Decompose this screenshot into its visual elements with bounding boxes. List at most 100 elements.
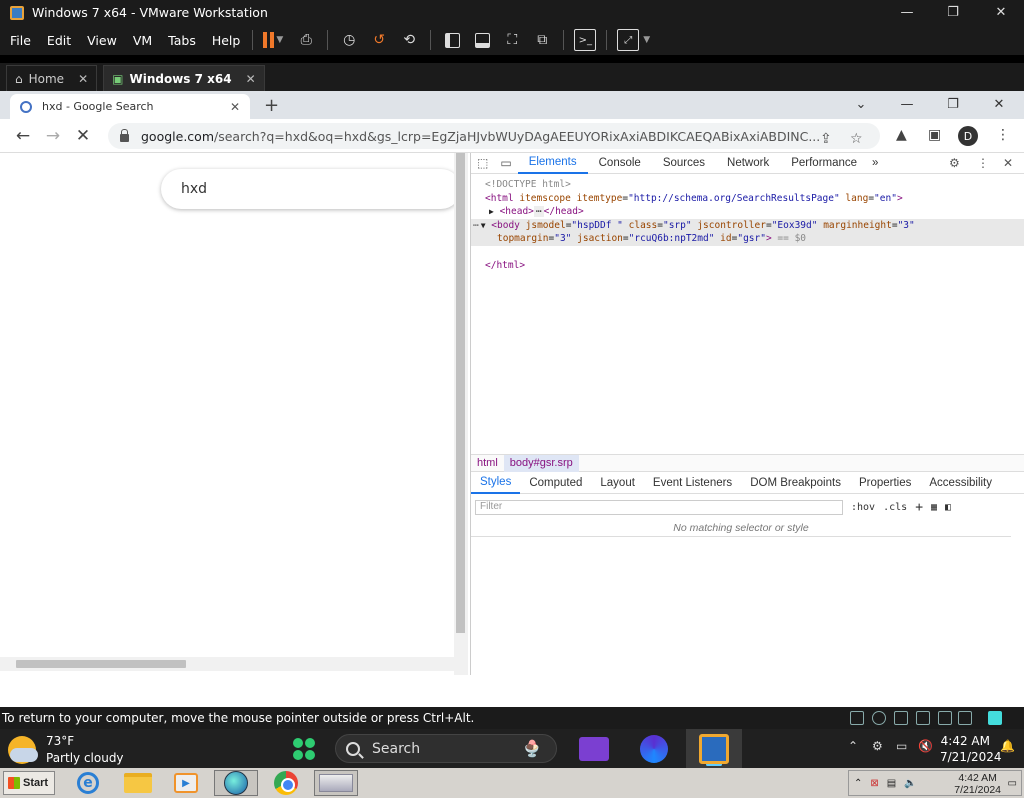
- more-tabs-icon[interactable]: »: [868, 153, 882, 174]
- hov-toggle[interactable]: :hov: [851, 502, 875, 513]
- internet-explorer-icon[interactable]: e: [66, 770, 110, 796]
- close-devtools-icon[interactable]: ✕: [997, 156, 1019, 170]
- unity-icon[interactable]: ⧉: [531, 29, 553, 51]
- menu-edit[interactable]: Edit: [41, 33, 77, 48]
- stretch-guest-icon[interactable]: ⤢: [617, 29, 640, 51]
- explorer-folder-icon[interactable]: [116, 770, 160, 796]
- full-screen-icon[interactable]: ⛶: [501, 29, 523, 51]
- back-icon[interactable]: ←: [8, 126, 38, 146]
- tab-properties[interactable]: Properties: [850, 473, 920, 494]
- menu-help[interactable]: Help: [206, 33, 247, 48]
- tab-home[interactable]: ⌂ Home ✕: [6, 65, 98, 91]
- dom-tree[interactable]: <!DOCTYPE html> <html itemscope itemtype…: [471, 174, 1024, 272]
- bookmark-star-icon[interactable]: ☆: [850, 131, 863, 147]
- close-icon[interactable]: ✕: [978, 0, 1024, 25]
- settings-gear-icon[interactable]: ⚙: [943, 156, 966, 170]
- tray-app-icon[interactable]: ⚙: [872, 739, 883, 753]
- show-library-icon[interactable]: [441, 29, 463, 51]
- filter-input[interactable]: Filter: [475, 499, 843, 515]
- device-icon[interactable]: ▤: [887, 778, 896, 789]
- thumbnail-bar-icon[interactable]: [471, 29, 493, 51]
- minimize-icon[interactable]: —: [884, 0, 930, 25]
- sound-card-icon[interactable]: [958, 711, 972, 725]
- chrome-tab-active[interactable]: hxd - Google Search ✕: [10, 94, 250, 119]
- tab-windows-7-x64[interactable]: ▣ Windows 7 x64 ✕: [103, 65, 265, 91]
- stop-loading-icon[interactable]: ✕: [68, 126, 98, 146]
- inspect-element-icon[interactable]: ⬚: [471, 156, 494, 170]
- guest-clock[interactable]: 4:42 AM 7/21/2024: [954, 772, 1001, 796]
- weather-widget[interactable]: 73°F Partly cloudy: [8, 733, 124, 767]
- search-input[interactable]: hxd: [161, 169, 461, 209]
- forward-icon[interactable]: →: [38, 126, 68, 146]
- dom-html-node[interactable]: <html itemscope itemtype="http://schema.…: [485, 192, 1024, 206]
- tab-accessibility[interactable]: Accessibility: [920, 473, 1001, 494]
- cd-drive-icon[interactable]: [872, 711, 886, 725]
- restore-icon[interactable]: ❐: [930, 91, 976, 117]
- show-hidden-icons-icon[interactable]: ⌃: [848, 739, 858, 753]
- profile-avatar[interactable]: D: [958, 126, 978, 146]
- menu-tabs[interactable]: Tabs: [162, 33, 202, 48]
- tab-dom-breakpoints[interactable]: DOM Breakpoints: [741, 473, 850, 494]
- share-icon[interactable]: ⇪: [820, 131, 832, 147]
- message-log-icon[interactable]: [988, 711, 1002, 725]
- menu-vm[interactable]: VM: [127, 33, 158, 48]
- tab-layout[interactable]: Layout: [591, 473, 644, 494]
- close-icon[interactable]: ✕: [78, 72, 88, 86]
- menu-file[interactable]: File: [4, 33, 37, 48]
- menu-view[interactable]: View: [81, 33, 123, 48]
- tab-styles[interactable]: Styles: [471, 473, 521, 494]
- tab-elements[interactable]: Elements: [517, 153, 588, 174]
- computed-sidebar-icon[interactable]: ◧: [945, 502, 951, 513]
- usb-icon[interactable]: [938, 711, 952, 725]
- drive-icon[interactable]: [314, 770, 358, 796]
- url-text[interactable]: google.com/search?q=hxd&oq=hxd&gs_lcrp=E…: [141, 129, 821, 144]
- snapshot-icon[interactable]: ◷: [338, 29, 360, 51]
- tab-console[interactable]: Console: [588, 153, 652, 174]
- dom-html-close[interactable]: </html>: [485, 259, 1024, 273]
- network-globe-icon[interactable]: [214, 770, 258, 796]
- network-error-icon[interactable]: ⊠: [870, 778, 878, 789]
- host-clock[interactable]: 4:42 AM 7/21/2024: [940, 733, 1002, 765]
- guest-screen[interactable]: hxd - Google Search ✕ + ⌄ — ❐ ✕ ← → ✕ go…: [0, 91, 1024, 798]
- close-tab-icon[interactable]: ✕: [230, 100, 240, 114]
- console-view-icon[interactable]: >_: [574, 29, 597, 51]
- file-explorer-icon[interactable]: [574, 733, 614, 765]
- hard-disk-icon[interactable]: [850, 711, 864, 725]
- revert-snapshot-icon[interactable]: ↺: [368, 29, 390, 51]
- tab-network[interactable]: Network: [716, 153, 780, 174]
- tab-performance[interactable]: Performance: [780, 153, 868, 174]
- network-icon[interactable]: ▭: [896, 739, 907, 753]
- breadcrumb-body[interactable]: body#gsr.srp: [503, 454, 579, 472]
- extension-icon[interactable]: ▲: [896, 127, 907, 143]
- chevron-down-icon[interactable]: ▼: [276, 35, 283, 45]
- firefox-icon[interactable]: [634, 733, 674, 765]
- tab-event-listeners[interactable]: Event Listeners: [644, 473, 741, 494]
- close-icon[interactable]: ✕: [246, 72, 256, 86]
- cls-toggle[interactable]: .cls: [883, 502, 907, 513]
- show-hidden-icon[interactable]: ⌃: [854, 778, 862, 789]
- add-rule-icon[interactable]: +: [915, 500, 923, 515]
- vertical-scrollbar[interactable]: [454, 153, 468, 675]
- element-state-icon[interactable]: ▦: [931, 502, 937, 513]
- dom-head-node[interactable]: ▶ <head> ⋯ </head>: [485, 205, 1024, 219]
- maximize-icon[interactable]: ❐: [930, 0, 976, 25]
- chrome-icon[interactable]: [264, 770, 308, 796]
- notifications-bell-icon[interactable]: 🔔: [1000, 739, 1015, 753]
- close-icon[interactable]: ✕: [976, 91, 1022, 117]
- horizontal-scrollbar[interactable]: [0, 657, 454, 671]
- breadcrumb-html[interactable]: html: [471, 455, 504, 472]
- widgets-icon[interactable]: [284, 733, 324, 765]
- dom-doctype[interactable]: <!DOCTYPE html>: [485, 178, 1024, 192]
- media-player-icon[interactable]: ▶: [164, 770, 208, 796]
- floppy-icon[interactable]: [894, 711, 908, 725]
- chevron-down-icon[interactable]: ▼: [643, 35, 650, 45]
- taskbar-search[interactable]: Search 🍨: [335, 734, 557, 763]
- snapshot-manager-icon[interactable]: ⟲: [398, 29, 420, 51]
- show-desktop-icon[interactable]: ▭: [1008, 778, 1017, 789]
- tab-search-chevron-icon[interactable]: ⌄: [838, 91, 884, 117]
- device-toolbar-icon[interactable]: ▭: [494, 156, 517, 170]
- vmware-workstation-icon[interactable]: [694, 733, 734, 765]
- address-bar[interactable]: google.com/search?q=hxd&oq=hxd&gs_lcrp=E…: [108, 123, 880, 149]
- volume-muted-icon[interactable]: 🔇: [918, 739, 933, 753]
- pause-icon[interactable]: [263, 32, 275, 48]
